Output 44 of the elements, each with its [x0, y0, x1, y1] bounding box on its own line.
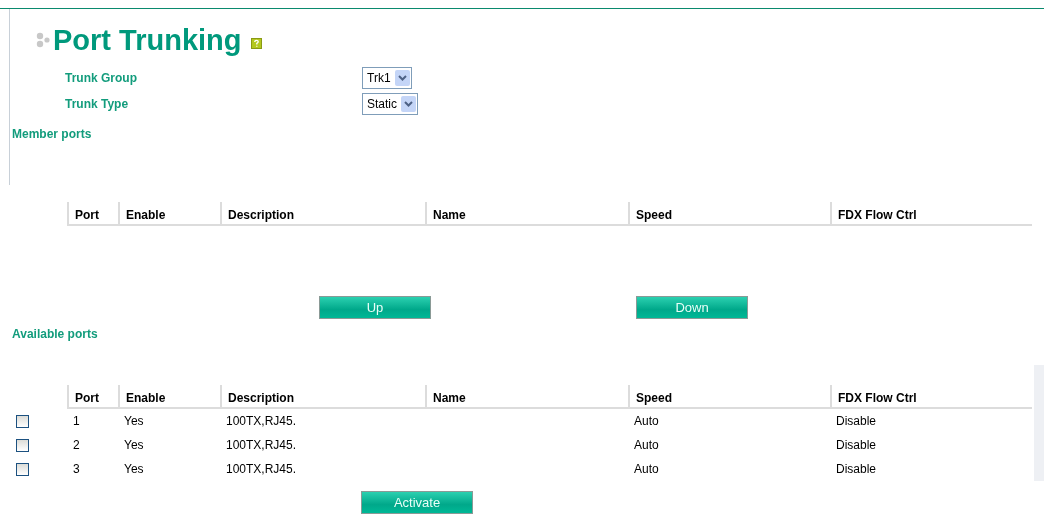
help-icon[interactable]: [250, 37, 262, 49]
caret-icon: [394, 70, 410, 86]
row-checkbox[interactable]: [16, 462, 29, 476]
caret-icon: [401, 96, 416, 112]
table-cell-text: Disable: [835, 437, 878, 454]
column-header: Port: [67, 385, 118, 409]
table-cell-text: Auto: [633, 461, 660, 478]
field-label: Trunk Group: [65, 71, 138, 85]
dropdown[interactable]: Trk1: [362, 67, 412, 89]
row-checkbox[interactable]: [16, 414, 29, 428]
column-header: Name: [425, 202, 628, 226]
table-cell-text: 1: [72, 413, 81, 430]
table-cell-text: Yes: [123, 413, 145, 430]
column-header: Name: [425, 385, 628, 409]
section-heading: Available ports: [11, 327, 99, 341]
table-cell-text: 100TX,RJ45.: [225, 413, 298, 430]
column-header: Description: [220, 202, 425, 226]
column-header: Enable: [118, 202, 220, 226]
table-cell-text: Auto: [633, 437, 660, 454]
table-cell-text: Disable: [835, 413, 878, 430]
column-header: FDX Flow Ctrl: [830, 202, 1032, 226]
table-cell-text: Yes: [123, 437, 145, 454]
column-header: FDX Flow Ctrl: [830, 385, 1032, 409]
page-title: Port Trunking: [53, 23, 242, 57]
column-header: Description: [220, 385, 425, 409]
column-header: Enable: [118, 385, 220, 409]
section-heading: Member ports: [11, 127, 93, 141]
activate-button[interactable]: Activate: [361, 491, 473, 514]
row-checkbox[interactable]: [16, 438, 29, 452]
move-button[interactable]: Up: [319, 296, 431, 319]
table-cell-text: Auto: [633, 413, 660, 430]
table-cell-text: Yes: [123, 461, 145, 478]
column-header: Port: [67, 202, 118, 226]
column-header: Speed: [628, 202, 830, 226]
move-button[interactable]: Down: [636, 296, 748, 319]
table-cell-text: 3: [72, 461, 81, 478]
table-cell-text: 100TX,RJ45.: [225, 437, 298, 454]
table-cell-text: Disable: [835, 461, 878, 478]
table-cell-text: 2: [72, 437, 81, 454]
column-header: Speed: [628, 385, 830, 409]
dots-icon: [35, 32, 51, 48]
dropdown[interactable]: Static: [362, 93, 418, 115]
field-label: Trunk Type: [65, 97, 130, 111]
table-cell-text: 100TX,RJ45.: [225, 461, 298, 478]
